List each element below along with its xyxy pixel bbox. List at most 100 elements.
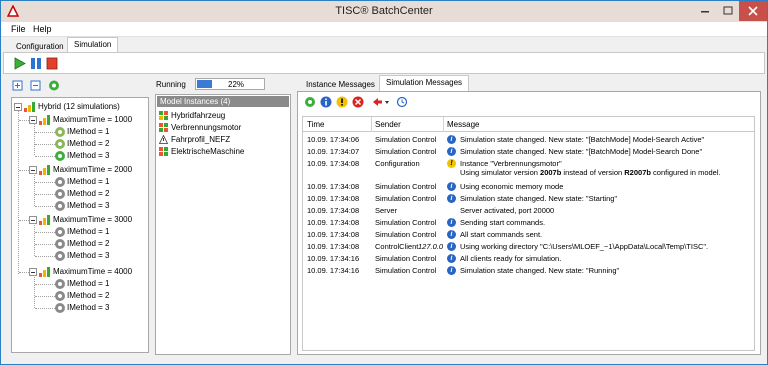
menu-help[interactable]: Help — [33, 24, 52, 34]
close-icon — [748, 6, 758, 16]
tab-simulation[interactable]: Simulation — [67, 37, 119, 53]
table-row[interactable]: 10.09. 17:34:16 Simulation Control i All cl… — [303, 253, 754, 265]
model-list-header[interactable]: Model Instances (4) — [157, 96, 289, 107]
tree-group[interactable]: MaximumTime = 3000 — [29, 214, 132, 226]
table-row[interactable]: 10.09. 17:34:08 ControlClient 127.0.0 i Usin… — [303, 241, 754, 253]
cell-sender: Server — [375, 206, 398, 215]
tree-leaf[interactable]: IMethod = 2 — [55, 138, 109, 150]
model-item-label: ElektrischeMaschine — [171, 147, 245, 156]
tree-leaf[interactable]: IMethod = 1 — [55, 126, 109, 138]
tree-leaf[interactable]: IMethod = 1 — [55, 278, 109, 290]
model-item[interactable]: ElektrischeMaschine — [159, 146, 244, 157]
cell-sender: ControlClient — [375, 242, 419, 251]
model-item[interactable]: Fahrprofil_NEFZ — [159, 134, 230, 145]
collapse-icon[interactable] — [29, 115, 37, 124]
history-button[interactable] — [396, 96, 408, 108]
tree-leaf-label: IMethod = 3 — [67, 151, 110, 160]
col-sender[interactable]: Sender — [375, 120, 401, 129]
table-row[interactable]: 10.09. 17:34:16 Simulation Control i Simula… — [303, 265, 754, 277]
minimize-button[interactable] — [693, 1, 717, 21]
warning-icon — [336, 96, 348, 108]
close-button[interactable] — [739, 1, 767, 21]
tree-group[interactable]: MaximumTime = 2000 — [29, 164, 132, 176]
maximize-button[interactable] — [717, 1, 739, 21]
expand-all-icon[interactable] — [12, 80, 23, 91]
filter-error-button[interactable] — [352, 96, 364, 108]
gear-icon — [55, 250, 65, 261]
tree-group[interactable]: MaximumTime = 4000 — [29, 266, 132, 278]
model-item-label: Hybridfahrzeug — [171, 111, 226, 120]
model-item-label: Verbrennungsmotor — [171, 123, 242, 132]
stop-button[interactable] — [46, 57, 58, 70]
model-list: Model Instances (4) Hybridfahrzeug Verbr… — [155, 94, 291, 355]
table-row[interactable]: 10.09. 17:34:07 Simulation Control i Simula… — [303, 146, 754, 158]
play-button[interactable] — [14, 57, 26, 70]
tree-leaf[interactable]: IMethod = 2 — [55, 238, 109, 250]
running-label: Running — [156, 80, 186, 89]
gear-icon — [55, 126, 65, 137]
menu-file[interactable]: File — [11, 24, 26, 34]
gear-icon — [55, 200, 65, 211]
export-dropdown-button[interactable] — [372, 96, 390, 108]
cell-message: Instance "Verbrennungsmotor" — [460, 159, 562, 168]
model-icon — [159, 147, 168, 157]
progress-value: 22% — [228, 80, 245, 89]
collapse-icon[interactable] — [29, 215, 37, 224]
tree-leaf-label: IMethod = 3 — [67, 303, 110, 312]
grid-header: Time Sender Message — [303, 117, 754, 132]
detail-text: configured in model. — [650, 168, 721, 177]
messages-pane: Time Sender Message 10.09. 17:34:06 Simul… — [297, 91, 761, 355]
cell-sender: Simulation Control — [375, 218, 437, 227]
cell-time: 10.09. 17:34:08 — [307, 159, 360, 168]
tab-configuration[interactable]: Configuration — [9, 39, 71, 53]
tree-root[interactable]: Hybrid (12 simulations) — [14, 101, 120, 113]
cell-time: 10.09. 17:34:06 — [307, 135, 360, 144]
table-row[interactable]: 10.09. 17:34:08 Simulation Control i All st… — [303, 229, 754, 241]
main-tabs: Configuration Simulation — [1, 37, 767, 53]
col-time[interactable]: Time — [307, 120, 324, 129]
pause-button[interactable] — [30, 57, 42, 70]
cell-message: Server activated, port 20000 — [460, 206, 555, 215]
tree-leaf[interactable]: IMethod = 3 — [55, 250, 109, 262]
collapse-icon[interactable] — [29, 267, 37, 276]
tree-leaf[interactable]: IMethod = 2 — [55, 188, 109, 200]
settings-button[interactable] — [304, 96, 316, 108]
tree-toolbar — [11, 79, 71, 93]
tree-leaf[interactable]: IMethod = 1 — [55, 226, 109, 238]
filter-info-button[interactable] — [320, 96, 332, 108]
tree-toolbar-icons — [12, 80, 59, 91]
model-icon — [159, 123, 168, 133]
collapse-icon[interactable] — [29, 165, 37, 174]
model-instances-panel: Running 22% Model Instances (4) Hybridfa… — [153, 77, 293, 355]
info-icon — [320, 96, 332, 108]
tree-leaf[interactable]: IMethod = 3 — [55, 200, 109, 212]
tab-instance-messages[interactable]: Instance Messages — [299, 77, 382, 91]
model-item[interactable]: Verbrennungsmotor — [159, 122, 241, 133]
message-tabs: Instance Messages Simulation Messages — [297, 75, 759, 91]
table-row[interactable]: 10.09. 17:34:08 Simulation Control i Simula… — [303, 193, 754, 205]
table-row[interactable]: 10.09. 17:34:08 Server Server activated, p… — [303, 205, 754, 217]
info-icon: i — [447, 254, 456, 263]
tree-group-label: MaximumTime = 2000 — [53, 165, 133, 174]
detail-text: Using simulator version — [460, 168, 541, 177]
detail-version: R2007b — [624, 168, 651, 177]
table-row[interactable]: 10.09. 17:34:06 Simulation Control i Simula… — [303, 134, 754, 146]
tab-simulation-messages[interactable]: Simulation Messages — [379, 75, 470, 91]
gear-icon — [55, 226, 65, 237]
tree-leaf[interactable]: IMethod = 1 — [55, 176, 109, 188]
tree-leaf[interactable]: IMethod = 2 — [55, 290, 109, 302]
collapse-all-icon[interactable] — [30, 80, 41, 91]
settings-gear-icon[interactable] — [49, 80, 59, 91]
tree-leaf[interactable]: IMethod = 3 — [55, 150, 109, 162]
table-row[interactable]: 10.09. 17:34:08 Simulation Control i Using … — [303, 181, 754, 193]
tree-leaf[interactable]: IMethod = 3 — [55, 302, 109, 314]
col-message[interactable]: Message — [447, 120, 479, 129]
chart-bars-icon — [39, 114, 51, 125]
table-row[interactable]: 10.09. 17:34:08 Simulation Control i Sendin… — [303, 217, 754, 229]
filter-warning-button[interactable] — [336, 96, 348, 108]
table-row[interactable]: 10.09. 17:34:08 Configuration! Instance "V… — [303, 158, 754, 180]
tree-group[interactable]: MaximumTime = 1000 — [29, 114, 132, 126]
model-item[interactable]: Hybridfahrzeug — [159, 110, 225, 121]
cell-message: Using working directory "C:\Users\MLOEF_… — [460, 242, 709, 251]
cell-message: Simulation state changed. New state: "Ru… — [460, 266, 620, 275]
